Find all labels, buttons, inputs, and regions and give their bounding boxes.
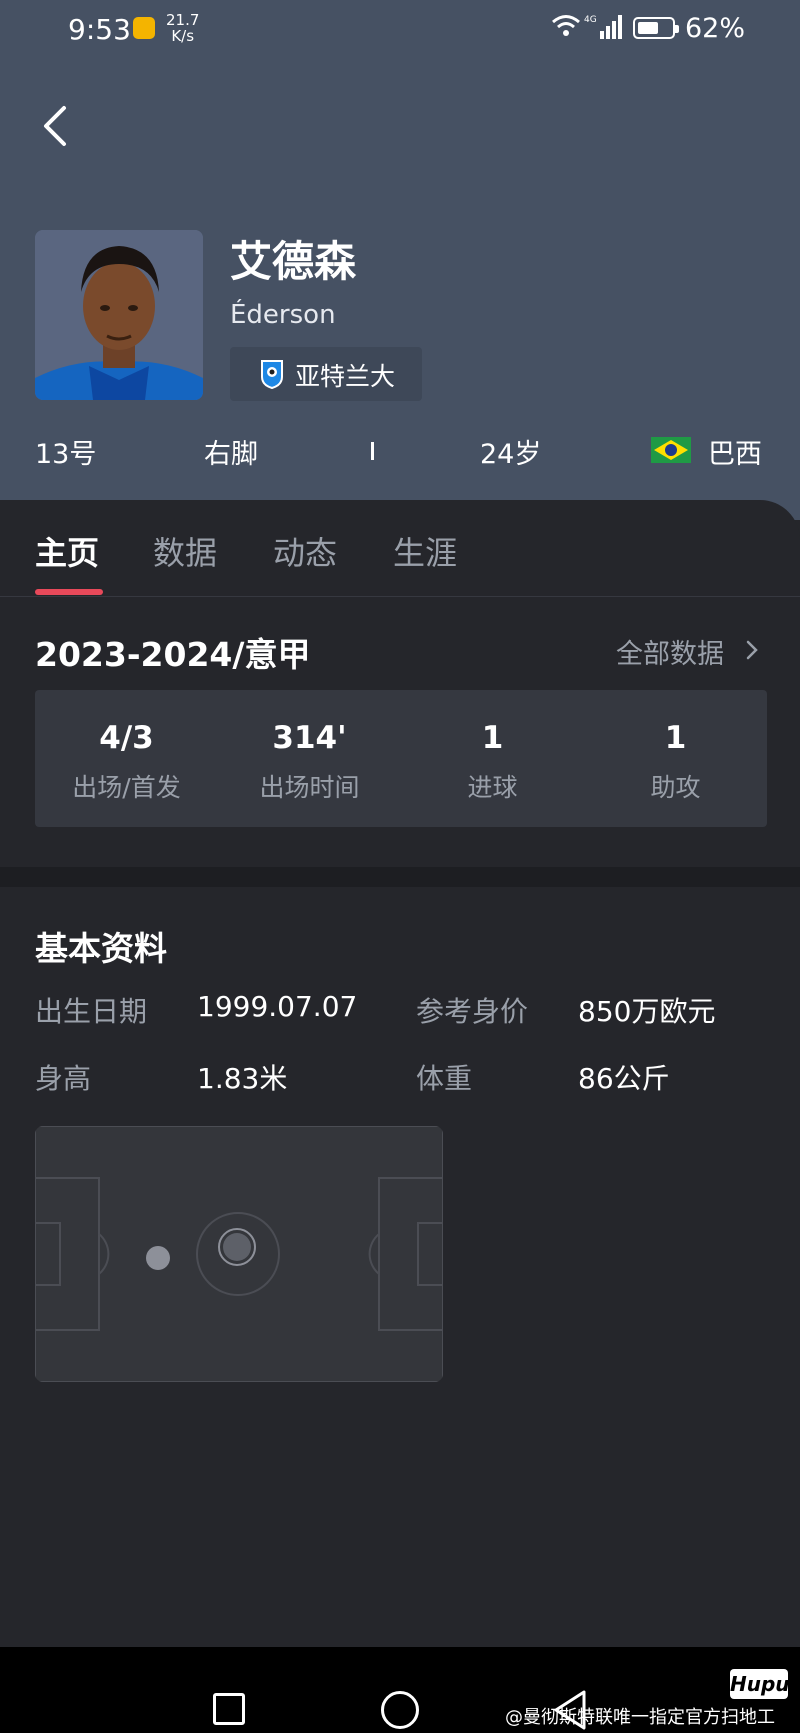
height-label: 身高	[35, 1062, 92, 1095]
cellular-type-label: 4G	[584, 15, 597, 25]
network-speed-unit: K/s	[171, 27, 195, 45]
club-crest-icon	[261, 360, 283, 389]
season-title: 2023-2024/意甲	[35, 635, 311, 674]
battery-level-fill	[638, 22, 658, 34]
battery-percentage: 62%	[685, 13, 746, 44]
stat-value: 1	[481, 720, 504, 756]
brazil-flag-icon	[651, 437, 691, 463]
active-tab-indicator	[35, 589, 103, 595]
stat-label: 助攻	[650, 773, 701, 802]
tab-career[interactable]: 生涯	[393, 528, 457, 574]
club-name: 亚特兰大	[295, 362, 396, 391]
basic-info-title: 基本资料	[35, 929, 167, 968]
season-stats-card: 4/3 出场/首发 314' 出场时间 1 进球 1 助攻	[35, 690, 767, 827]
player-name-en: Éderson	[230, 300, 336, 330]
stat-value: 1	[664, 720, 687, 756]
player-name-cn: 艾德森	[230, 237, 357, 286]
club-chip[interactable]: 亚特兰大	[230, 347, 422, 401]
cellular-signal-icon: 4G	[584, 15, 622, 39]
position-pitch-map	[35, 1126, 443, 1382]
tab-home[interactable]: 主页	[35, 528, 99, 574]
network-speed: 21.7 K/s	[166, 12, 199, 44]
chevron-right-icon[interactable]	[746, 640, 758, 660]
hupu-logo: Hupu	[730, 1669, 790, 1699]
player-photo	[35, 230, 203, 400]
tab-data[interactable]: 数据	[153, 528, 217, 574]
position-marker-secondary	[146, 1246, 170, 1270]
tab-divider	[0, 596, 800, 597]
birth-date-value: 1999.07.07	[197, 990, 358, 1023]
stat-value: 4/3	[99, 720, 154, 756]
all-data-link[interactable]: 全部数据	[616, 632, 724, 671]
tab-news[interactable]: 动态	[273, 528, 337, 574]
battery-icon	[633, 17, 679, 39]
status-bar: 9:53 21.7 K/s 4G 62%	[0, 0, 800, 58]
market-value-value: 850万欧元	[578, 995, 716, 1028]
status-time: 9:53	[68, 13, 131, 46]
player-nationality: 巴西	[708, 439, 762, 470]
position-marker-primary	[223, 1233, 251, 1261]
player-number: 13号	[35, 439, 97, 470]
section-divider	[0, 867, 800, 887]
weight-label: 体重	[416, 1062, 473, 1095]
player-age: 24岁	[480, 439, 542, 470]
stat-label: 出场/首发	[72, 773, 181, 802]
stat-label: 进球	[467, 773, 518, 802]
player-foot: 右脚	[204, 439, 258, 470]
pitch-diagram	[35, 1126, 443, 1382]
back-button[interactable]	[40, 104, 70, 148]
birth-date-label: 出生日期	[35, 995, 148, 1028]
app-notification-icon	[133, 17, 155, 39]
height-value: 1.83米	[197, 1062, 288, 1095]
watermark-text: @曼彻斯特联唯一指定官方扫地工	[505, 1707, 775, 1728]
wifi-icon	[552, 15, 580, 36]
recent-apps-button[interactable]	[213, 1693, 245, 1725]
info-divider	[371, 442, 374, 460]
weight-value: 86公斤	[578, 1062, 670, 1095]
market-value-label: 参考身价	[416, 995, 529, 1028]
network-speed-value: 21.7	[166, 11, 200, 29]
player-avatar	[35, 230, 203, 400]
stat-value: 314'	[272, 720, 347, 756]
stat-label: 出场时间	[259, 773, 360, 802]
home-button[interactable]	[381, 1691, 419, 1729]
